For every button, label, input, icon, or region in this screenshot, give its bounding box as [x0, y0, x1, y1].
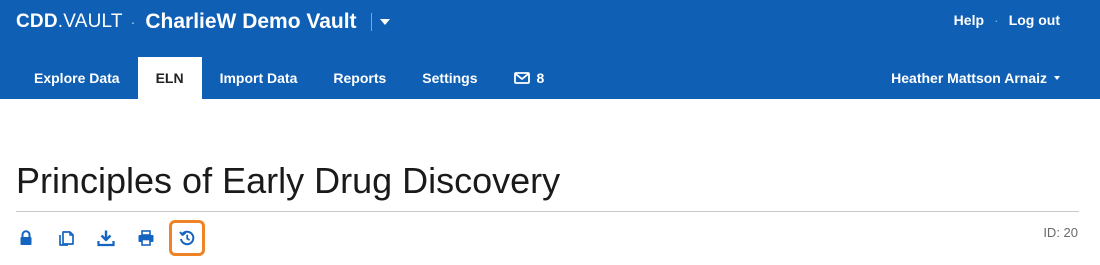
record-id: ID: 20	[1043, 225, 1078, 240]
brand: CDD.VAULT · CharlieW Demo Vault	[16, 9, 390, 35]
tab-explore-data[interactable]: Explore Data	[16, 57, 138, 99]
download-button[interactable]	[92, 223, 120, 253]
top-navigation-bar: CDD.VAULT · CharlieW Demo Vault Help · L…	[0, 0, 1100, 99]
user-menu-caret-icon	[1054, 76, 1060, 80]
user-name: Heather Mattson Arnaiz	[891, 70, 1047, 86]
lock-icon	[19, 230, 33, 246]
tab-eln[interactable]: ELN	[137, 57, 202, 99]
download-icon	[97, 229, 115, 247]
help-link[interactable]: Help	[954, 12, 984, 28]
history-button[interactable]	[169, 220, 205, 256]
logout-link[interactable]: Log out	[1009, 12, 1060, 28]
entry-toolbar	[12, 220, 217, 256]
vault-name[interactable]: CharlieW Demo Vault	[145, 10, 356, 34]
tab-messages[interactable]: 8	[496, 57, 563, 99]
page-title: Principles of Early Drug Discovery	[16, 160, 561, 201]
cdd-vault-logo[interactable]: CDD.VAULT	[16, 11, 123, 33]
print-button[interactable]	[132, 223, 160, 253]
print-icon	[137, 229, 155, 247]
main-tabs: Explore Data ELN Import Data Reports Set…	[16, 57, 562, 99]
envelope-icon	[513, 72, 530, 84]
tab-reports[interactable]: Reports	[315, 57, 404, 99]
top-links: Help · Log out	[954, 12, 1060, 28]
tab-settings[interactable]: Settings	[404, 57, 495, 99]
title-divider	[16, 211, 1079, 212]
brand-separator: ·	[130, 14, 136, 30]
user-menu[interactable]: Heather Mattson Arnaiz	[891, 57, 1060, 99]
vault-switcher-caret-icon[interactable]	[379, 19, 390, 25]
message-count: 8	[536, 70, 545, 86]
vault-divider	[370, 13, 372, 31]
lock-button[interactable]	[12, 223, 40, 253]
copy-button[interactable]	[52, 223, 80, 253]
copy-icon	[57, 229, 75, 247]
tab-import-data[interactable]: Import Data	[202, 57, 316, 99]
top-links-separator: ·	[994, 12, 999, 28]
history-icon	[178, 229, 196, 247]
